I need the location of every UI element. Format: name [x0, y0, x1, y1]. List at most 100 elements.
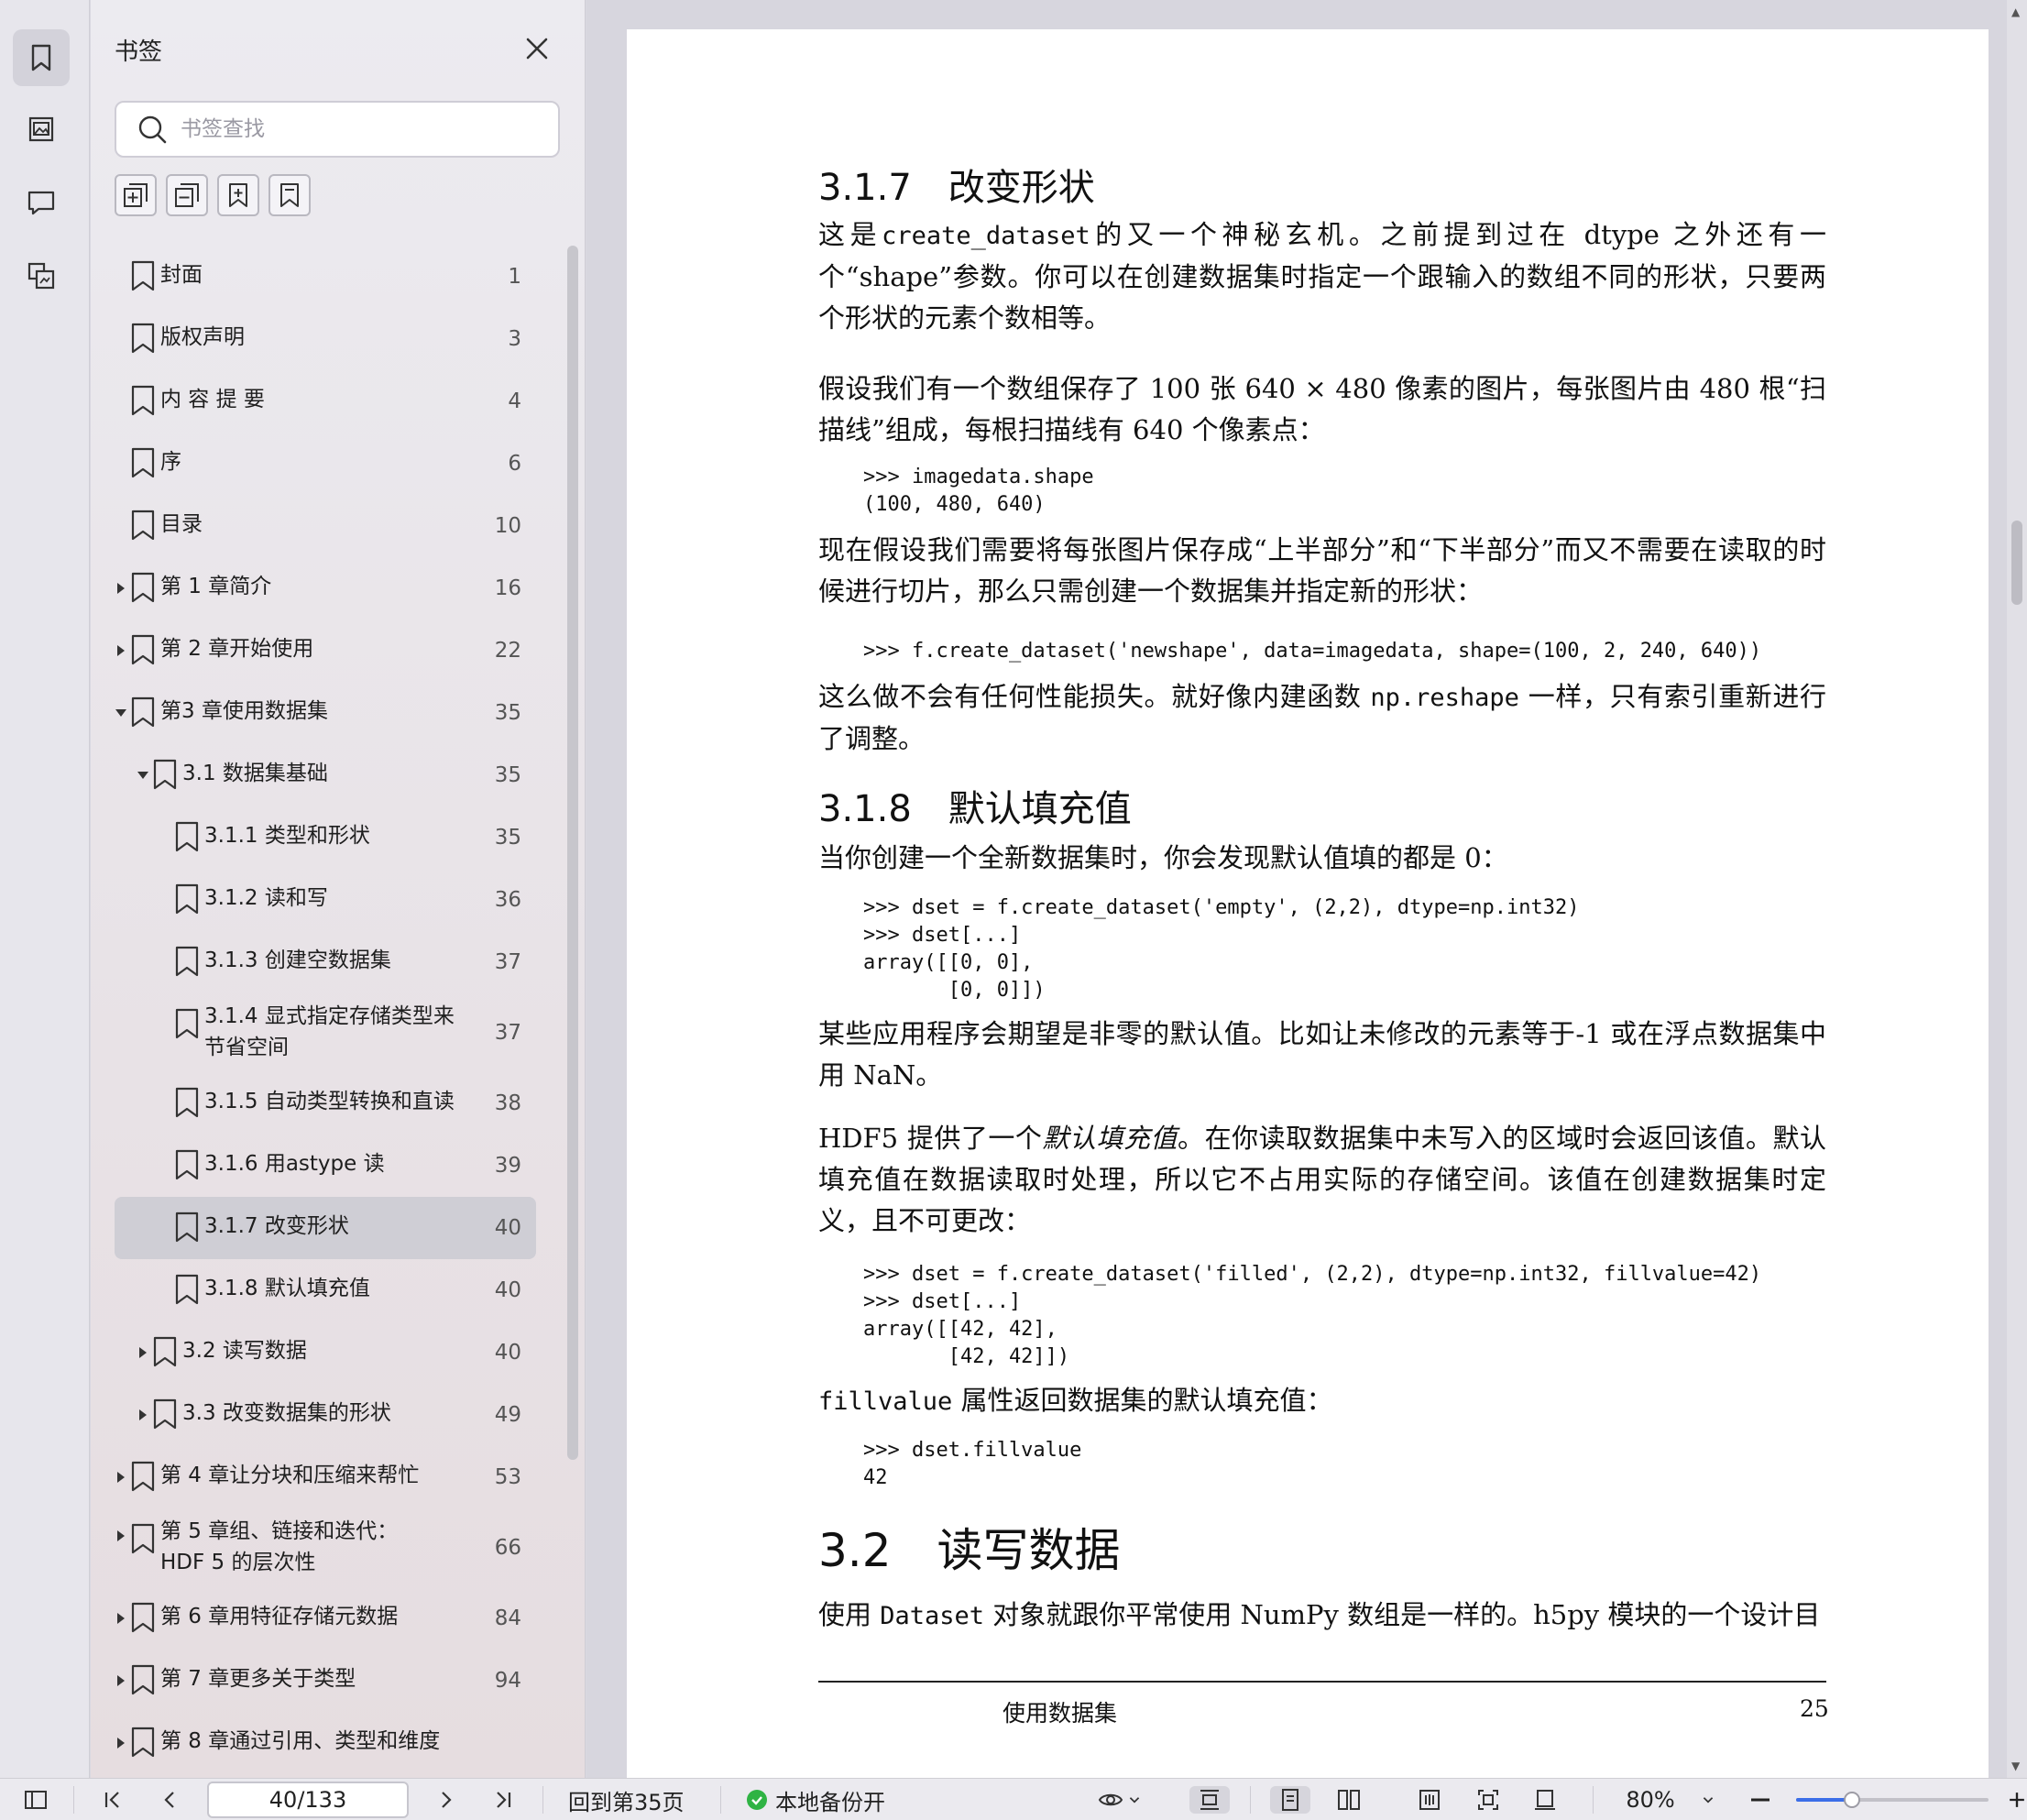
bookmark-item[interactable]: 3.1.4 显式指定存储类型来节省空间 37: [115, 993, 536, 1072]
bookmark-icon: [131, 634, 155, 665]
separator: [1250, 1786, 1251, 1814]
thumbnail-panel-button[interactable]: [13, 101, 70, 158]
scroll-down-arrow-icon[interactable]: ▼: [2011, 1760, 2020, 1772]
bookmark-item[interactable]: 第 8 章通过引用、类型和维度: [115, 1712, 536, 1774]
bookmark-page-number: 94: [494, 1669, 521, 1693]
paragraph: 假设我们有一个数组保存了 100 张 640 × 480 像素的图片，每张图片由…: [818, 373, 1826, 445]
collapse-all-button[interactable]: [166, 174, 208, 216]
bookmark-search-input[interactable]: [181, 117, 529, 141]
emphasis: 默认填充值: [1042, 1123, 1178, 1154]
zoom-dropdown[interactable]: [1695, 1786, 1721, 1814]
close-icon[interactable]: [521, 33, 553, 64]
bookmark-scrollbar[interactable]: [567, 246, 578, 1460]
fit-width-button[interactable]: [1189, 1786, 1230, 1814]
expand-all-button[interactable]: [115, 174, 157, 216]
bookmark-item[interactable]: 序6: [115, 433, 536, 495]
bookmark-item[interactable]: 3.1.5 自动类型转换和直读 38: [115, 1072, 536, 1135]
local-backup-status[interactable]: 本地备份开: [744, 1786, 885, 1815]
bookmark-item[interactable]: 第 1 章简介 16: [115, 557, 536, 619]
bookmark-page-number: 53: [494, 1465, 521, 1489]
bookmark-item[interactable]: 3.2 读写数据 40: [115, 1321, 536, 1384]
zoom-slider[interactable]: [1796, 1792, 1989, 1808]
bookmark-outline-icon: [280, 183, 299, 207]
bookmark-options-button[interactable]: [268, 174, 311, 216]
collapsed-arrow-icon[interactable]: [137, 1409, 149, 1421]
bookmark-item[interactable]: 第 6 章用特征存储元数据 84: [115, 1587, 536, 1650]
bookmark-search-box: [115, 101, 560, 158]
view-mode-dropdown[interactable]: [1092, 1786, 1147, 1814]
zoom-slider-thumb[interactable]: [1843, 1792, 1860, 1808]
bookmark-item[interactable]: 3.1.7 改变形状 40: [115, 1197, 536, 1259]
bookmark-item[interactable]: 第 7 章更多关于类型 94: [115, 1650, 536, 1712]
comment-panel-button[interactable]: [13, 174, 70, 231]
bookmark-label: 3.1.2 读和写: [204, 886, 328, 910]
bookmark-icon: [153, 759, 177, 790]
bookmark-page-number: 66: [494, 1536, 521, 1560]
zoom-level[interactable]: 80%: [1620, 1786, 1681, 1814]
bookmark-page-number: 37: [494, 1021, 521, 1045]
comment-icon: [27, 191, 55, 215]
document-page: 3.1.7 改变形状 这是create_dataset的又一个神秘玄机。之前提到…: [627, 29, 1989, 1778]
back-to-page-button[interactable]: 回到第35页: [568, 1786, 685, 1815]
panel-title: 书签: [115, 38, 163, 66]
add-bookmark-button[interactable]: [217, 174, 259, 216]
two-page-button[interactable]: [1329, 1786, 1369, 1814]
bookmark-item[interactable]: 3.1 数据集基础 35: [115, 744, 536, 806]
bookmark-item[interactable]: 封面 1: [115, 246, 536, 308]
scroll-up-arrow-icon[interactable]: ▲: [2011, 5, 2020, 18]
bookmark-icon: [175, 821, 199, 852]
text-span: 使用: [818, 1599, 881, 1630]
next-page-button[interactable]: [431, 1786, 462, 1814]
rotate-button[interactable]: [1525, 1786, 1565, 1814]
first-page-button[interactable]: [97, 1786, 128, 1814]
collapsed-arrow-icon[interactable]: [115, 1471, 127, 1484]
status-bar: 回到第35页 本地备份开 80%: [0, 1778, 2027, 1820]
collapsed-arrow-icon[interactable]: [115, 1529, 127, 1542]
bookmark-label: 第 7 章更多关于类型: [160, 1667, 356, 1691]
bookmark-panel-button[interactable]: [13, 29, 70, 86]
toggle-sidebar-button[interactable]: [20, 1786, 51, 1814]
chevron-left-icon: [164, 1792, 174, 1808]
bookmark-item[interactable]: 第 5 章组、链接和迭代：HDF 5 的层次性 66: [115, 1508, 536, 1587]
collapsed-arrow-icon[interactable]: [115, 1612, 127, 1625]
collapsed-arrow-icon[interactable]: [115, 1737, 127, 1749]
expanded-arrow-icon[interactable]: [137, 769, 149, 782]
inline-code: np.reshape: [1370, 684, 1519, 712]
scrollbar-thumb[interactable]: [2011, 521, 2022, 605]
fit-page-button[interactable]: [1468, 1786, 1508, 1814]
collapsed-arrow-icon[interactable]: [115, 582, 127, 595]
attachment-panel-button[interactable]: [13, 247, 70, 304]
continuous-button[interactable]: [1409, 1786, 1450, 1814]
bookmark-page-number: 16: [494, 576, 521, 600]
eye-icon: [1098, 1793, 1123, 1806]
document-viewport[interactable]: 3.1.7 改变形状 这是create_dataset的又一个神秘玄机。之前提到…: [586, 0, 2027, 1778]
bookmark-item[interactable]: 3.1.6 用astype 读 39: [115, 1135, 536, 1197]
bookmark-item[interactable]: 内 容 提 要 4: [115, 370, 536, 433]
chevron-right-icon: [442, 1792, 452, 1808]
bookmark-item[interactable]: 3.1.2 读和写 36: [115, 869, 536, 931]
collapsed-arrow-icon[interactable]: [115, 644, 127, 657]
page-number-input[interactable]: [207, 1782, 409, 1818]
bookmark-label: 第 8 章通过引用、类型和维度: [160, 1729, 441, 1753]
zoom-in-button[interactable]: [2007, 1786, 2027, 1814]
collapsed-arrow-icon[interactable]: [115, 1674, 127, 1687]
collapsed-arrow-icon[interactable]: [137, 1346, 149, 1359]
bookmark-item[interactable]: 3.3 改变数据集的形状 49: [115, 1384, 536, 1446]
bookmark-item[interactable]: 3.1.3 创建空数据集 37: [115, 931, 536, 993]
bookmark-item[interactable]: 3.1.8 默认填充值 40: [115, 1259, 536, 1321]
previous-page-button[interactable]: [154, 1786, 185, 1814]
single-page-button[interactable]: [1270, 1786, 1310, 1814]
bookmark-item[interactable]: 3.1.1 类型和形状 35: [115, 806, 536, 869]
bookmark-item[interactable]: 第 2 章开始使用 22: [115, 619, 536, 682]
expanded-arrow-icon[interactable]: [115, 707, 127, 719]
last-page-button[interactable]: [488, 1786, 519, 1814]
expand-all-icon: [124, 183, 148, 207]
bookmark-item[interactable]: 目录 10: [115, 495, 536, 557]
document-scrollbar[interactable]: ▲ ▼: [2007, 0, 2027, 1778]
inline-code: create_dataset: [882, 222, 1090, 250]
zoom-out-button[interactable]: [1745, 1786, 1776, 1814]
bookmark-item[interactable]: 第3 章使用数据集 35: [115, 682, 536, 744]
bookmark-icon: [131, 447, 155, 478]
bookmark-item[interactable]: 版权声明 3: [115, 308, 536, 370]
bookmark-item[interactable]: 第 4 章让分块和压缩来帮忙 53: [115, 1446, 536, 1508]
